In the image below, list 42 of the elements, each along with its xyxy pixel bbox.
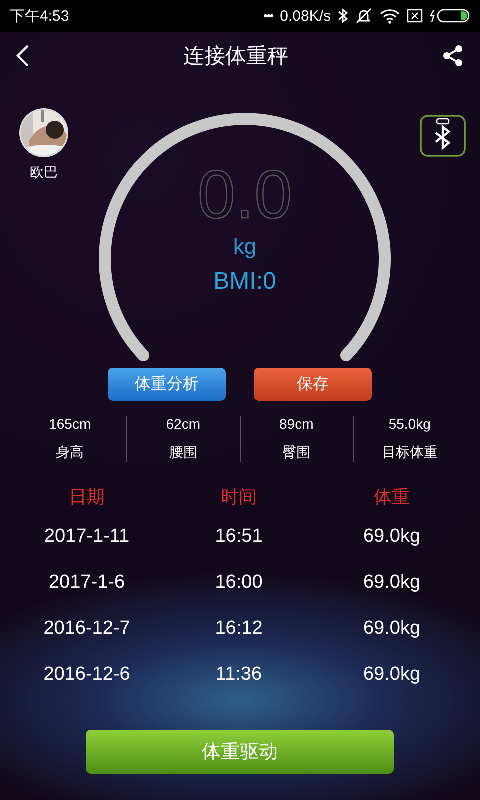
network-speed: 0.08K/s <box>280 8 331 24</box>
bluetooth-icon <box>338 8 348 24</box>
table-cell-text: 11:36 <box>214 664 264 686</box>
table-cell-text: 2016-12-6 <box>42 664 132 686</box>
wifi-icon <box>380 8 400 24</box>
table-cell-text: 69.0kg <box>362 664 422 686</box>
table-cell-text: 16:00 <box>214 572 264 594</box>
signal-dots: ••• <box>264 9 274 23</box>
stat-label: 腰围 <box>169 444 198 462</box>
table-cell-text: 16:12 <box>214 618 264 640</box>
bmi-value: BMI:0 <box>214 268 276 296</box>
column-header: 时间 <box>220 486 258 509</box>
back-icon[interactable] <box>16 44 30 68</box>
drive-button[interactable]: 体重驱动 <box>86 730 394 774</box>
user-name: 欧巴 <box>30 164 58 182</box>
table-cell-text: 16:51 <box>214 526 264 548</box>
save-button[interactable]: 保存 <box>254 368 372 401</box>
stat-value: 89cm <box>280 416 314 432</box>
table-cell-text: 69.0kg <box>362 572 422 594</box>
stat-value: 55.0kg <box>388 416 431 432</box>
table-cell-text: 2017-1-11 <box>43 526 131 548</box>
stat-value: 165cm <box>49 416 92 432</box>
column-header: 日期 <box>68 486 106 509</box>
column-header: 体重 <box>373 486 411 509</box>
stat-label: 臀围 <box>282 444 311 462</box>
status-time: 下午4:53 <box>10 6 70 26</box>
page-title: 连接体重秤 <box>184 43 288 70</box>
table-cell-text: 69.0kg <box>362 618 422 640</box>
table-cell-text: 2016-12-7 <box>42 618 132 640</box>
table-cell-text: 2017-1-6 <box>48 572 126 594</box>
stat-label: 目标体重 <box>382 444 438 462</box>
muted-bell-icon <box>355 8 373 24</box>
table-cell-text: 69.0kg <box>362 526 422 548</box>
share-icon[interactable] <box>442 45 464 67</box>
weight-value: 0.0 <box>198 160 292 230</box>
stat-value: 62cm <box>166 416 200 432</box>
weight-unit: kg <box>233 234 257 260</box>
sim-icon <box>407 9 423 23</box>
bluetooth-button[interactable] <box>420 115 466 157</box>
battery-icon <box>430 8 470 24</box>
analysis-button[interactable]: 体重分析 <box>108 368 226 401</box>
stat-label: 身高 <box>56 444 84 462</box>
